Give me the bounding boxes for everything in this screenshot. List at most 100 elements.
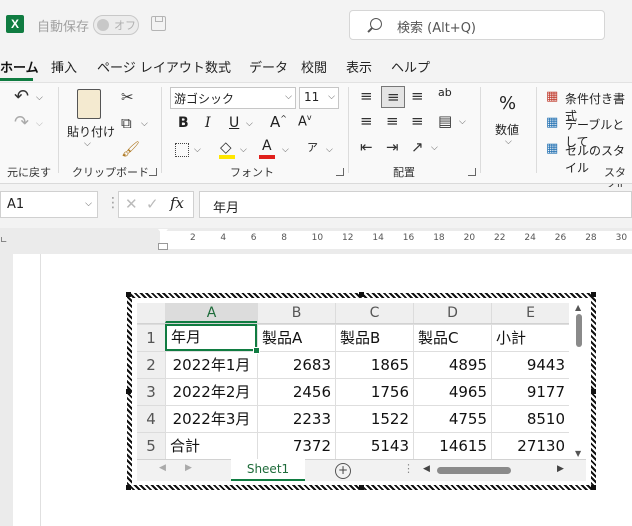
horizontal-scroll-thumb[interactable] <box>437 467 511 474</box>
tab-page-layout[interactable]: ページ レイアウト <box>97 57 205 76</box>
table-cell[interactable]: 8510 <box>491 405 569 432</box>
table-cell[interactable]: 製品C <box>413 324 491 351</box>
resize-handle[interactable] <box>359 292 364 297</box>
table-cell[interactable]: 1865 <box>335 351 413 378</box>
align-center-icon[interactable]: ≡ <box>386 113 399 129</box>
column-header-e[interactable]: E <box>491 303 569 323</box>
cell-styles-icon[interactable]: ▦ <box>546 141 558 157</box>
conditional-format-icon[interactable]: ▦ <box>546 89 558 105</box>
shrink-font-icon[interactable]: Av <box>298 113 312 129</box>
chevron-down-icon[interactable]: ⌵ <box>246 119 253 129</box>
table-cell[interactable]: 4755 <box>413 405 491 432</box>
chevron-down-icon[interactable]: ⌵ <box>459 117 466 127</box>
next-sheet-icon[interactable]: ▶ <box>185 463 192 473</box>
row-header[interactable]: 3 <box>137 378 165 405</box>
column-header-d[interactable]: D <box>413 303 491 323</box>
scroll-up-icon[interactable]: ▲ <box>575 303 581 312</box>
orientation-icon[interactable]: ab <box>438 86 452 99</box>
scroll-left-icon[interactable]: ◀ <box>423 464 430 474</box>
table-cell[interactable]: 合計 <box>165 432 257 459</box>
select-all-corner[interactable] <box>137 303 165 323</box>
enter-icon[interactable]: ✓ <box>146 195 159 213</box>
tab-insert[interactable]: 挿入 <box>51 57 77 76</box>
resize-handle[interactable] <box>126 292 131 297</box>
autosave-toggle[interactable]: オフ <box>93 15 139 35</box>
tab-help[interactable]: ヘルプ <box>391 57 430 76</box>
table-cell[interactable]: 2022年1月 <box>165 351 257 378</box>
grow-font-icon[interactable]: A^ <box>270 113 287 131</box>
table-cell[interactable]: 製品A <box>257 324 335 351</box>
resize-handle[interactable] <box>591 389 596 394</box>
table-cell[interactable]: 製品B <box>335 324 413 351</box>
tab-formulas[interactable]: 数式 <box>205 57 231 76</box>
phonetic-icon[interactable]: ア <box>307 139 318 155</box>
table-cell[interactable]: 4965 <box>413 378 491 405</box>
tab-home[interactable]: ホーム <box>0 57 39 76</box>
resize-handle[interactable] <box>126 485 131 490</box>
format-painter-icon[interactable]: 🖌 <box>121 141 140 157</box>
table-cell[interactable]: 9443 <box>491 351 569 378</box>
formula-input[interactable]: 年月 <box>199 191 632 218</box>
tab-stop-icon[interactable]: ∟ <box>0 236 8 246</box>
table-cell[interactable]: 9177 <box>491 378 569 405</box>
table-cell[interactable]: 小計 <box>491 324 569 351</box>
resize-handle[interactable] <box>126 389 131 394</box>
chevron-down-icon[interactable]: ⌵ <box>36 119 43 129</box>
percent-icon[interactable]: % <box>499 93 516 114</box>
clipboard-launcher-icon[interactable] <box>149 168 157 176</box>
table-cell[interactable]: 2233 <box>257 405 335 432</box>
name-box[interactable]: A1 ⌵ <box>0 191 98 218</box>
prev-sheet-icon[interactable]: ◀ <box>159 463 166 473</box>
row-header[interactable]: 5 <box>137 432 165 459</box>
decrease-indent-icon[interactable]: ⇤ <box>360 139 373 155</box>
table-cell[interactable]: 5143 <box>335 432 413 459</box>
fill-color-icon[interactable]: ◇ <box>220 139 232 155</box>
text-direction-icon[interactable]: ↗ <box>411 139 424 155</box>
redo-icon[interactable]: ↷ <box>14 114 29 132</box>
vertical-scrollbar[interactable]: ▲ ▼ <box>573 303 586 461</box>
column-header-b[interactable]: B <box>257 303 335 323</box>
insert-function-icon[interactable]: fx <box>170 194 184 212</box>
undo-icon[interactable]: ↶ <box>14 88 29 106</box>
align-bottom-icon[interactable]: ≡ <box>411 88 424 104</box>
table-cell[interactable]: 2456 <box>257 378 335 405</box>
font-color-icon[interactable]: A <box>262 138 272 154</box>
tab-view[interactable]: 表示 <box>346 57 372 76</box>
active-cell[interactable]: 年月 <box>165 324 257 351</box>
align-left-icon[interactable]: ≡ <box>360 113 373 129</box>
table-cell[interactable]: 4895 <box>413 351 491 378</box>
increase-indent-icon[interactable]: ⇥ <box>386 139 399 155</box>
align-top-icon[interactable]: ≡ <box>360 88 373 104</box>
table-cell[interactable]: 14615 <box>413 432 491 459</box>
align-right-icon[interactable]: ≡ <box>411 113 424 129</box>
resize-handle[interactable] <box>591 292 596 297</box>
row-header[interactable]: 2 <box>137 351 165 378</box>
chevron-down-icon[interactable]: ⌵ <box>141 119 148 129</box>
table-cell[interactable]: 2022年2月 <box>165 378 257 405</box>
chevron-down-icon[interactable]: ⌵ <box>505 137 512 147</box>
tab-review[interactable]: 校閲 <box>301 57 327 76</box>
font-launcher-icon[interactable] <box>336 168 344 176</box>
sheet-tab-sheet1[interactable]: Sheet1 <box>231 459 305 481</box>
align-middle-button[interactable]: ≡ <box>381 86 405 108</box>
save-icon[interactable] <box>151 16 166 31</box>
column-header-c[interactable]: C <box>335 303 413 323</box>
wrap-text-icon[interactable]: ▤ <box>438 113 452 129</box>
bold-button[interactable]: B <box>178 115 189 131</box>
copy-icon[interactable]: ⧉ <box>121 115 132 131</box>
table-cell[interactable]: 1522 <box>335 405 413 432</box>
indent-marker-icon[interactable] <box>158 229 168 251</box>
italic-button[interactable]: I <box>205 115 211 131</box>
tab-splitter-icon[interactable]: ⋮ <box>403 462 414 475</box>
chevron-down-icon[interactable]: ⌵ <box>431 143 438 153</box>
chevron-down-icon[interactable]: ⌵ <box>36 93 43 103</box>
cancel-icon[interactable]: ✕ <box>125 195 138 213</box>
tab-data[interactable]: データ <box>249 57 288 76</box>
chevron-down-icon[interactable]: ⌵ <box>326 145 333 155</box>
font-name-select[interactable]: 游ゴシック ⌵ <box>170 87 296 109</box>
fill-handle[interactable] <box>253 347 260 354</box>
chevron-down-icon[interactable]: ⌵ <box>282 145 289 155</box>
add-sheet-icon[interactable]: + <box>335 463 351 479</box>
vertical-scroll-thumb[interactable] <box>576 314 582 347</box>
chevron-down-icon[interactable]: ⌵ <box>84 139 91 149</box>
